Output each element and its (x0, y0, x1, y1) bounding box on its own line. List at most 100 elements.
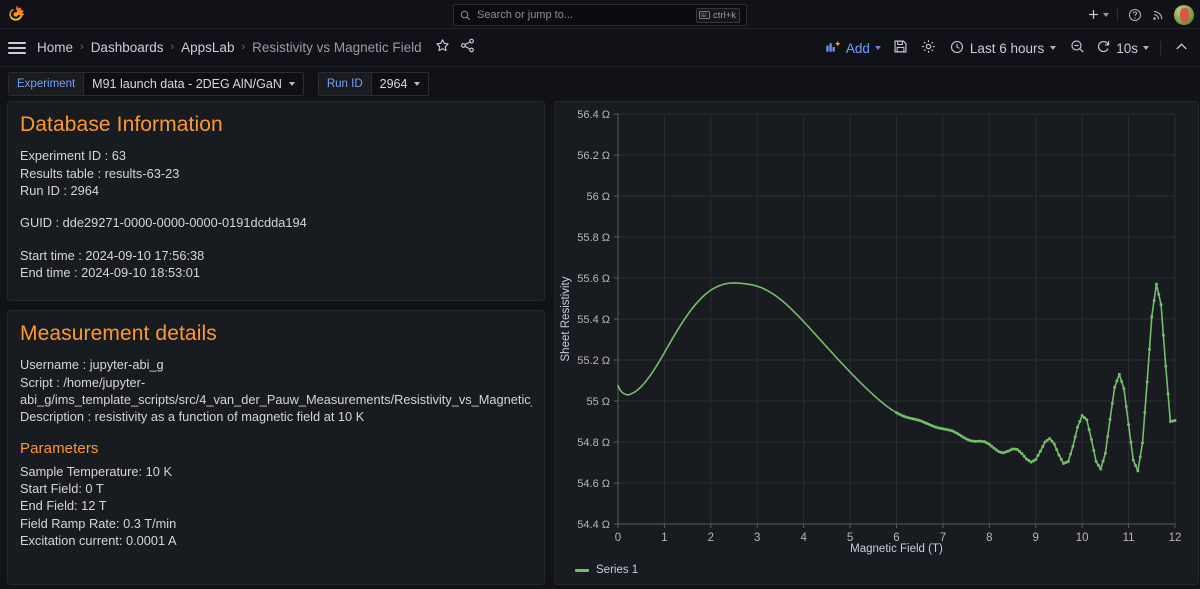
collapse-toolbar-button[interactable] (1168, 35, 1194, 61)
refresh-interval-label: 10s (1116, 41, 1138, 56)
parameter-sample-temperature: Sample Temperature: 10 K (20, 463, 532, 480)
shortcut-text: ctrl+k (713, 10, 736, 21)
chevron-down-icon (1103, 13, 1109, 17)
x-tick-label: 10 (1076, 532, 1089, 544)
y-tick-label: 55.6 Ω (577, 273, 610, 285)
y-tick-label: 55.8 Ω (577, 232, 610, 244)
zoom-out-time-button[interactable] (1064, 35, 1090, 61)
y-tick-label: 55.4 Ω (577, 314, 610, 326)
breadcrumb-item-appslab[interactable]: AppsLab (180, 40, 235, 55)
variable-run-id-value: 2964 (380, 77, 408, 91)
y-tick-label: 55 Ω (586, 396, 610, 408)
y-axis-label: Sheet Resistivity (560, 276, 572, 361)
results-table-text: Results table : results-63-23 (20, 165, 532, 182)
search-placeholder: Search or jump to... (477, 9, 690, 21)
breadcrumb-separator: › (164, 42, 180, 53)
script-path-line2: abi_g/ims_template_scripts/src/4_van_der… (20, 391, 532, 408)
parameter-end-field: End Field: 12 T (20, 497, 532, 514)
add-panel-button[interactable]: Add (821, 37, 886, 59)
y-tick-label: 56.4 Ω (577, 109, 610, 121)
hamburger-menu-icon[interactable] (6, 37, 28, 59)
x-tick-label: 2 (708, 532, 714, 544)
chevron-down-icon (875, 46, 881, 50)
panel-add-icon (826, 40, 841, 56)
database-information-body: Database Information Experiment ID : 63 … (8, 102, 544, 292)
start-time-text: Start time : 2024-09-10 17:56:38 (20, 247, 532, 264)
breadcrumb-separator: › (235, 42, 251, 53)
clock-icon (950, 40, 964, 57)
panel-measurement-details: Measurement details Username : jupyter-a… (7, 310, 545, 585)
time-range-picker[interactable]: Last 6 hours (944, 35, 1062, 61)
breadcrumb-item-current[interactable]: Resistivity vs Magnetic Field (251, 40, 423, 55)
y-tick-label: 54.6 Ω (577, 478, 610, 490)
left-column: Database Information Experiment ID : 63 … (7, 101, 545, 585)
x-tick-label: 4 (800, 532, 807, 544)
username-text: Username : jupyter-abi_g (20, 356, 532, 373)
y-tick-label: 55.2 Ω (577, 355, 610, 367)
measurement-details-body: Measurement details Username : jupyter-a… (8, 311, 544, 560)
variable-experiment-select[interactable]: M91 launch data - 2DEG AlN/GaN (83, 72, 304, 96)
dashboard-toolbar: Home › Dashboards › AppsLab › Resistivit… (0, 29, 1200, 67)
save-dashboard-button[interactable] (888, 35, 914, 61)
variable-experiment-value: M91 launch data - 2DEG AlN/GaN (92, 77, 282, 91)
x-tick-label: 0 (615, 532, 621, 544)
experiment-id-text: Experiment ID : 63 (20, 147, 532, 164)
x-axis-label: Magnetic Field (T) (850, 543, 943, 555)
save-disk-icon (893, 39, 908, 57)
chevron-down-icon (1143, 46, 1149, 50)
search-input[interactable]: Search or jump to... ctrl+k (453, 4, 747, 26)
database-information-title: Database Information (20, 112, 532, 138)
chevron-up-icon (1174, 39, 1189, 57)
legend-series-label[interactable]: Series 1 (596, 564, 638, 576)
variable-run-id-select[interactable]: 2964 (371, 72, 430, 96)
add-label: Add (846, 41, 870, 56)
guid-text: GUID : dde29271-0000-0000-0000-0191dcdda… (20, 214, 532, 231)
measurement-details-title: Measurement details (20, 321, 532, 347)
chart-area[interactable]: 54.4 Ω54.6 Ω54.8 Ω55 Ω55.2 Ω55.4 Ω55.6 Ω… (555, 102, 1198, 584)
help-circle-icon[interactable] (1124, 4, 1146, 26)
description-text: Description : resistivity as a function … (20, 408, 532, 425)
breadcrumb-separator: › (74, 42, 90, 53)
end-time-text: End time : 2024-09-10 18:53:01 (20, 264, 532, 281)
magnifier-minus-icon (1070, 39, 1085, 57)
variable-experiment-label: Experiment (8, 72, 83, 96)
breadcrumb-item-dashboards[interactable]: Dashboards (90, 40, 165, 55)
x-tick-label: 11 (1123, 532, 1135, 544)
y-tick-label: 56.2 Ω (577, 150, 610, 162)
share-nodes-icon[interactable] (460, 38, 475, 58)
variable-run-id-label: Run ID (318, 72, 371, 96)
grafana-logo-icon[interactable] (0, 0, 32, 29)
divider (1160, 41, 1161, 56)
chevron-down-icon (289, 82, 295, 86)
right-column: 54.4 Ω54.6 Ω54.8 Ω55 Ω55.2 Ω55.4 Ω55.6 Ω… (554, 101, 1199, 585)
parameter-excitation-current: Excitation current: 0.0001 A (20, 532, 532, 549)
user-avatar[interactable] (1174, 5, 1194, 25)
panel-database-information: Database Information Experiment ID : 63 … (7, 101, 545, 301)
refresh-controls[interactable]: 10s (1092, 35, 1153, 61)
topbar-actions (1085, 0, 1194, 29)
breadcrumb-item-home[interactable]: Home (36, 40, 74, 55)
star-icon[interactable] (435, 38, 450, 58)
resistivity-vs-magnetic-field-plot[interactable]: 54.4 Ω54.6 Ω54.8 Ω55 Ω55.2 Ω55.4 Ω55.6 Ω… (555, 102, 1198, 584)
x-tick-label: 12 (1169, 532, 1182, 544)
chevron-down-icon (414, 82, 420, 86)
search-icon (460, 10, 471, 21)
dashboard-settings-button[interactable] (916, 35, 942, 61)
time-range-label: Last 6 hours (970, 41, 1044, 56)
template-variables-bar: Experiment M91 launch data - 2DEG AlN/Ga… (0, 67, 1200, 101)
chevron-down-icon (1050, 46, 1056, 50)
y-tick-label: 54.4 Ω (577, 519, 610, 531)
dashboard-panels: Database Information Experiment ID : 63 … (0, 101, 1200, 585)
script-path-line1: Script : /home/jupyter- (20, 374, 532, 391)
variable-experiment: Experiment M91 launch data - 2DEG AlN/Ga… (8, 72, 304, 96)
legend-color-swatch (575, 569, 589, 572)
dashboard-actions: Add Last 6 hours (821, 29, 1194, 67)
variable-run-id: Run ID 2964 (318, 72, 430, 96)
plus-icon[interactable] (1085, 4, 1111, 26)
refresh-circle-icon[interactable] (1096, 39, 1111, 57)
rss-icon[interactable] (1147, 4, 1169, 26)
top-navigation-bar: Search or jump to... ctrl+k (0, 0, 1200, 29)
x-tick-label: 8 (986, 532, 992, 544)
x-tick-label: 9 (1033, 532, 1039, 544)
x-tick-label: 1 (661, 532, 667, 544)
